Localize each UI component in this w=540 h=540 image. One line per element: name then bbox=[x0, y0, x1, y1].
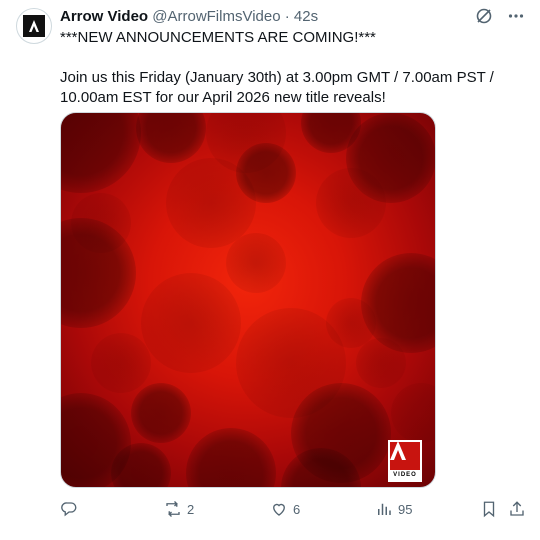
tweet-actions: 2 6 95 bbox=[60, 500, 530, 520]
bokeh-background bbox=[61, 113, 435, 487]
arrow-video-logo: VIDEO bbox=[388, 440, 422, 482]
views-button[interactable]: 95 bbox=[375, 500, 412, 518]
timestamp[interactable]: 42s bbox=[294, 8, 318, 25]
repost-icon bbox=[166, 501, 180, 517]
arrow-logo-icon bbox=[390, 441, 420, 470]
reply-button[interactable] bbox=[60, 500, 83, 518]
grok-icon[interactable] bbox=[474, 6, 494, 26]
tweet-text-line-2: Join us this Friday (January 30th) at 3.… bbox=[60, 69, 494, 106]
arrow-logo-icon bbox=[23, 15, 45, 37]
repost-count: 2 bbox=[187, 501, 195, 517]
share-button[interactable] bbox=[508, 500, 526, 518]
like-button[interactable]: 6 bbox=[270, 500, 300, 518]
separator: · bbox=[284, 8, 290, 25]
like-count: 6 bbox=[293, 501, 301, 517]
views-icon bbox=[378, 503, 391, 515]
tweet-text-line-1: ***NEW ANNOUNCEMENTS ARE COMING!*** bbox=[60, 29, 376, 46]
share-icon bbox=[510, 501, 524, 516]
views-count: 95 bbox=[398, 501, 413, 517]
avatar[interactable] bbox=[16, 8, 52, 44]
reply-icon bbox=[61, 502, 77, 517]
tweet-media-image[interactable]: VIDEO bbox=[60, 112, 436, 488]
author-name[interactable]: Arrow Video bbox=[60, 8, 148, 25]
bookmark-icon bbox=[483, 501, 495, 518]
repost-button[interactable]: 2 bbox=[164, 500, 194, 518]
like-icon bbox=[273, 503, 285, 516]
logo-text: VIDEO bbox=[393, 472, 417, 478]
bookmark-button[interactable] bbox=[480, 500, 498, 518]
tweet-text: ***NEW ANNOUNCEMENTS ARE COMING!*** Join… bbox=[60, 28, 526, 108]
tweet[interactable]: Arrow Video @ArrowFilmsVideo · 42s ***NE… bbox=[0, 0, 540, 540]
more-icon[interactable] bbox=[506, 6, 526, 26]
tweet-header: Arrow Video @ArrowFilmsVideo · 42s bbox=[60, 7, 318, 27]
author-handle[interactable]: @ArrowFilmsVideo bbox=[152, 8, 280, 25]
